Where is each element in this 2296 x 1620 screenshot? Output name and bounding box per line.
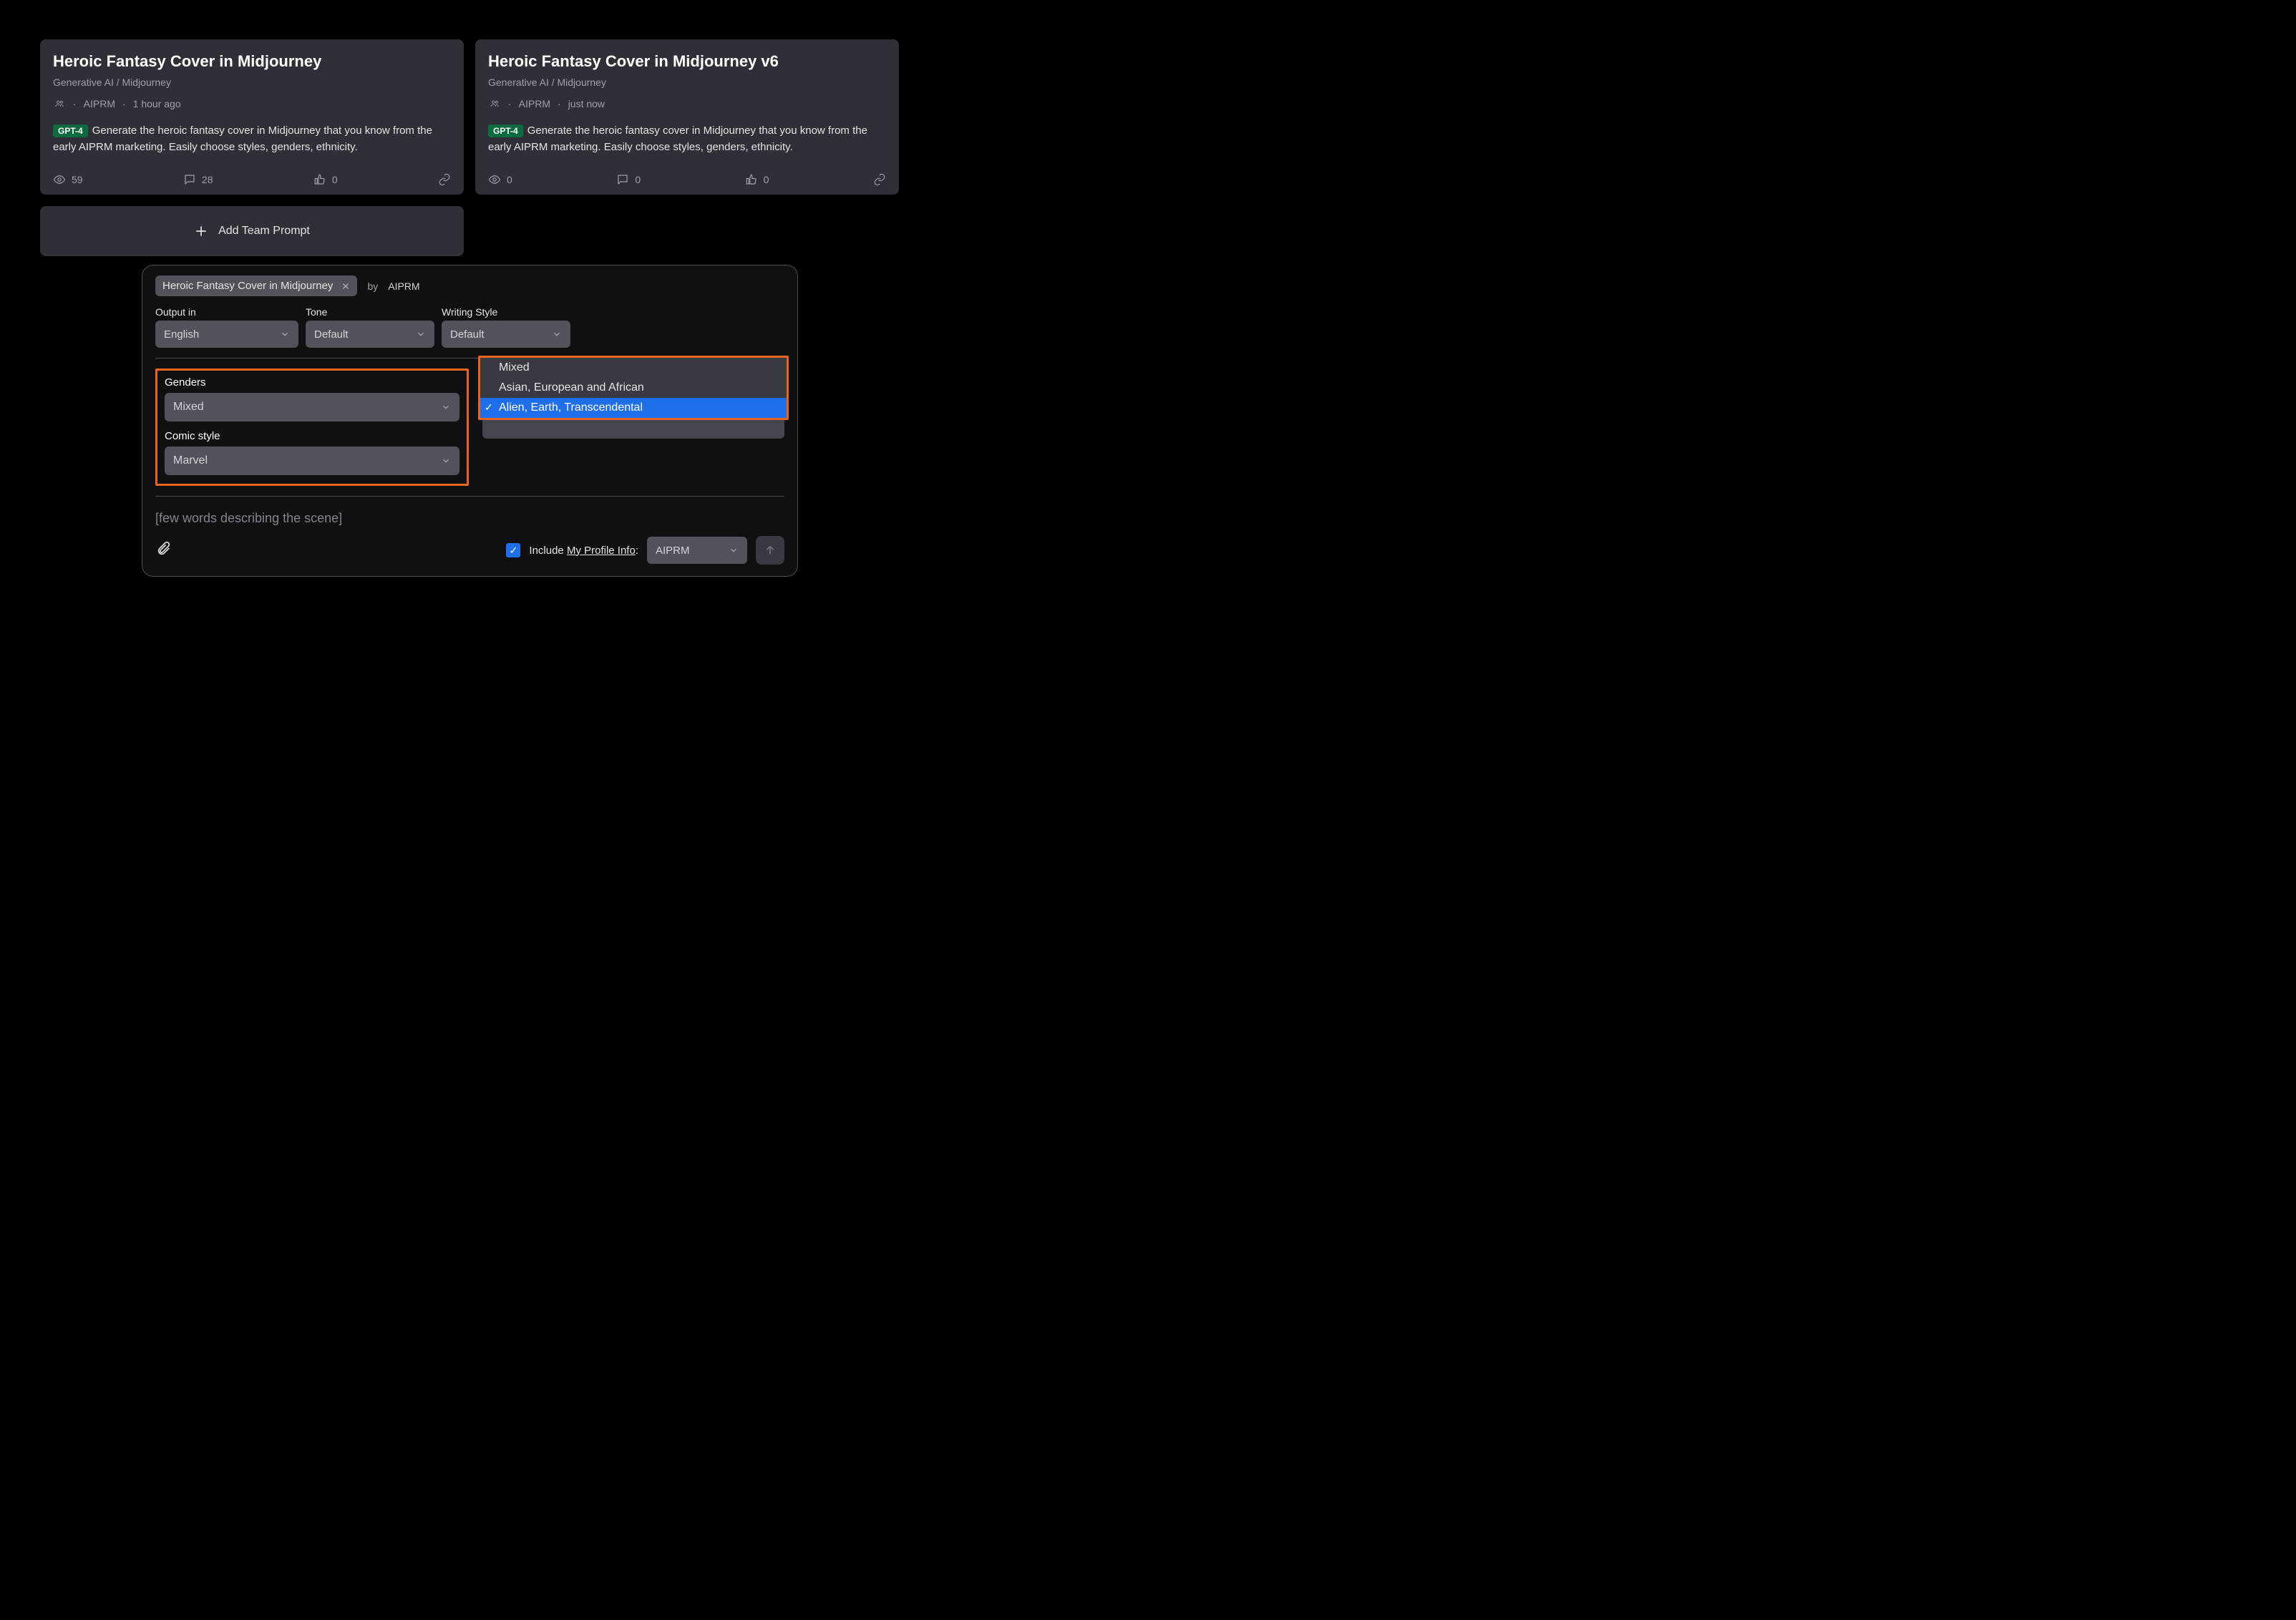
ethnicity-dropdown-open: Mixed Asian, European and African Alien,… <box>478 356 789 420</box>
views-stat: 59 <box>53 173 83 186</box>
eye-icon <box>488 173 501 186</box>
card-author: AIPRM <box>519 98 550 109</box>
include-profile-label: Include My Profile Info: <box>529 545 638 557</box>
active-prompt-chip: Heroic Fantasy Cover in Midjourney <box>155 275 357 296</box>
card-title: Heroic Fantasy Cover in Midjourney v6 <box>488 52 886 71</box>
comment-icon <box>616 173 629 186</box>
add-team-prompt-button[interactable]: Add Team Prompt <box>40 206 464 256</box>
card-subtitle: Generative AI / Midjourney <box>53 77 451 88</box>
writing-style-label: Writing Style <box>442 306 570 318</box>
include-profile-checkbox[interactable]: ✓ <box>506 543 520 557</box>
comic-style-select[interactable]: Marvel <box>165 447 459 475</box>
comment-icon <box>183 173 196 186</box>
thumbs-up-icon <box>745 173 758 186</box>
by-author: AIPRM <box>388 280 419 292</box>
views-stat: 0 <box>488 173 512 186</box>
chevron-down-icon <box>441 456 451 466</box>
dropdown-option[interactable]: Asian, European and African <box>480 378 787 398</box>
link-icon <box>873 173 886 186</box>
link-icon <box>438 173 451 186</box>
prompt-card[interactable]: Heroic Fantasy Cover in Midjourney v6 Ge… <box>475 39 899 195</box>
chip-label: Heroic Fantasy Cover in Midjourney <box>162 280 333 292</box>
card-meta: · AIPRM · 1 hour ago <box>53 98 451 109</box>
prompt-input[interactable]: [few words describing the scene] <box>155 497 784 536</box>
close-icon[interactable] <box>341 282 350 291</box>
tone-label: Tone <box>306 306 434 318</box>
card-author: AIPRM <box>84 98 115 109</box>
card-meta: · AIPRM · just now <box>488 98 886 109</box>
chevron-down-icon <box>729 545 739 555</box>
chevron-down-icon <box>416 329 426 339</box>
eye-icon <box>53 173 66 186</box>
comments-stat[interactable]: 28 <box>183 173 213 186</box>
card-description: GPT-4Generate the heroic fantasy cover i… <box>488 122 886 156</box>
chevron-down-icon <box>441 402 451 412</box>
output-in-label: Output in <box>155 306 298 318</box>
output-in-select[interactable]: English <box>155 321 298 348</box>
card-description: GPT-4Generate the heroic fantasy cover i… <box>53 122 451 156</box>
chevron-down-icon <box>552 329 562 339</box>
thumbs-up-icon <box>313 173 326 186</box>
gpt-badge: GPT-4 <box>53 125 88 137</box>
dropdown-option[interactable]: Mixed <box>480 358 787 378</box>
custom-variables-box: Genders Mixed Comic style Marvel <box>155 369 469 486</box>
prompt-panel: Heroic Fantasy Cover in Midjourney by AI… <box>142 265 798 577</box>
comic-style-label: Comic style <box>165 430 459 442</box>
users-icon <box>53 99 66 109</box>
dropdown-option-selected[interactable]: Alien, Earth, Transcendental <box>480 398 787 418</box>
profile-select[interactable]: AIPRM <box>647 537 747 564</box>
card-title: Heroic Fantasy Cover in Midjourney <box>53 52 451 71</box>
link-button[interactable] <box>873 173 886 186</box>
plus-icon <box>194 224 208 238</box>
gpt-badge: GPT-4 <box>488 125 523 137</box>
prompt-card[interactable]: Heroic Fantasy Cover in Midjourney Gener… <box>40 39 464 195</box>
users-icon <box>488 99 501 109</box>
likes-stat[interactable]: 0 <box>313 173 338 186</box>
chevron-down-icon <box>280 329 290 339</box>
tone-select[interactable]: Default <box>306 321 434 348</box>
card-time: just now <box>568 98 605 109</box>
genders-label: Genders <box>165 376 459 389</box>
paperclip-icon <box>155 540 171 557</box>
card-subtitle: Generative AI / Midjourney <box>488 77 886 88</box>
writing-style-select[interactable]: Default <box>442 321 570 348</box>
genders-select[interactable]: Mixed <box>165 393 459 421</box>
prompt-placeholder: [few words describing the scene] <box>155 511 784 526</box>
send-button[interactable] <box>756 536 784 565</box>
likes-stat[interactable]: 0 <box>745 173 769 186</box>
link-button[interactable] <box>438 173 451 186</box>
comments-stat[interactable]: 0 <box>616 173 641 186</box>
arrow-up-icon <box>764 544 777 557</box>
attach-button[interactable] <box>155 540 171 561</box>
card-time: 1 hour ago <box>133 98 181 109</box>
by-label: by <box>367 280 378 292</box>
